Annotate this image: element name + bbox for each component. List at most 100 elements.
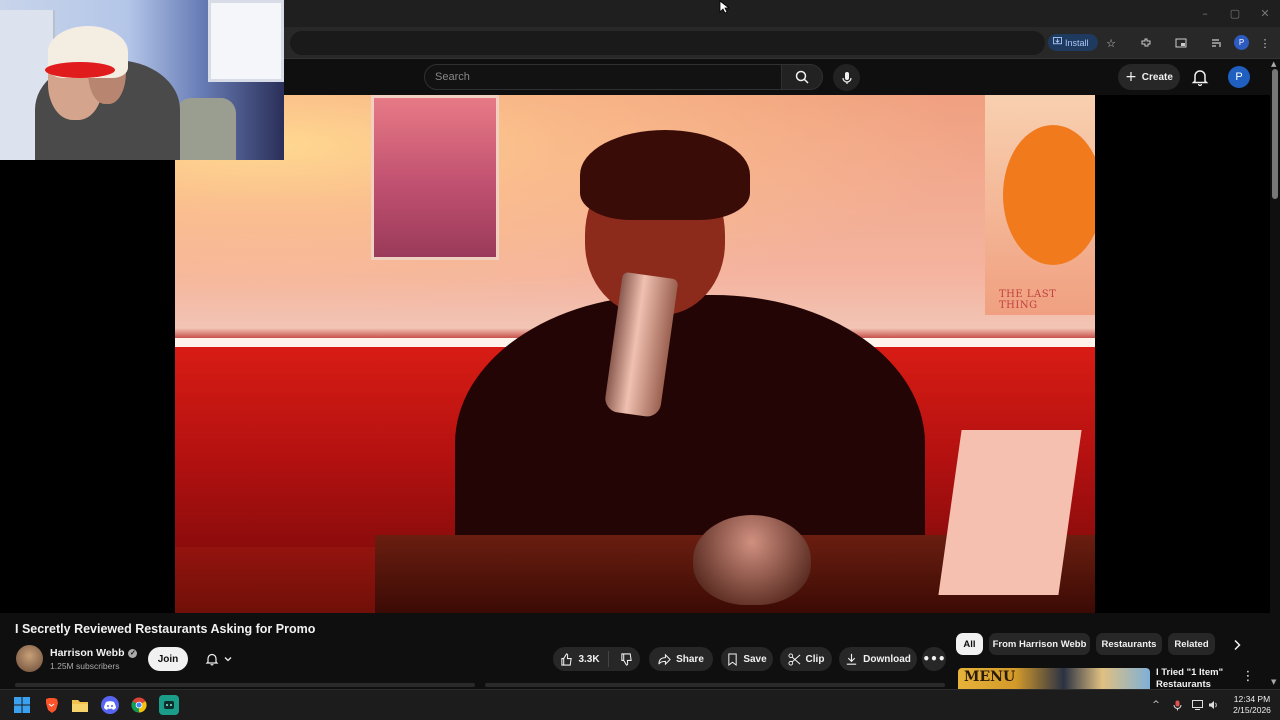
verified-badge-icon: ✓ — [128, 648, 138, 658]
page-scrollbar[interactable] — [1270, 59, 1280, 689]
scroll-thumb[interactable] — [1272, 69, 1278, 199]
create-label: Create — [1141, 71, 1173, 83]
cast-icon[interactable] — [1172, 34, 1190, 52]
discord-icon — [104, 700, 116, 710]
channel-avatar[interactable] — [16, 645, 43, 672]
download-icon — [846, 653, 857, 665]
chevron-down-icon — [224, 657, 232, 662]
chip-related[interactable]: Related — [1168, 633, 1215, 655]
chrome-icon — [131, 697, 147, 713]
os-taskbar: ^ 12:34 PM 2/15/2026 — [0, 689, 1280, 720]
thumbs-up-icon — [561, 652, 573, 666]
scroll-up-arrow-icon[interactable]: ▲ — [1271, 60, 1276, 68]
video-frame[interactable]: THE LAST THING — [175, 95, 1095, 613]
brave-lion-icon — [45, 698, 58, 713]
like-button[interactable]: 3.3K — [560, 651, 609, 667]
app-icon — [164, 701, 174, 709]
account-avatar[interactable]: P — [1228, 66, 1250, 88]
clock-time: 12:34 PM — [1233, 694, 1271, 704]
webcam-cap-brim — [45, 62, 115, 78]
thumbs-down-icon — [620, 652, 632, 666]
video-player[interactable]: THE LAST THING — [0, 95, 1270, 613]
poster-caption: THE LAST THING — [999, 289, 1057, 311]
install-label: Install — [1065, 37, 1089, 48]
comments-box-edge[interactable] — [485, 683, 945, 687]
maximize-button[interactable]: ▢ — [1220, 0, 1250, 27]
extensions-icon[interactable] — [1137, 34, 1155, 52]
brave-browser-app[interactable] — [41, 695, 61, 715]
save-button[interactable]: Save — [721, 647, 773, 671]
search-input[interactable]: Search — [424, 64, 782, 90]
search-button[interactable] — [781, 64, 823, 90]
chrome-app[interactable] — [129, 695, 149, 715]
bell-icon — [205, 653, 219, 666]
media-controls-icon[interactable] — [1208, 34, 1226, 52]
chip-from-channel[interactable]: From Harrison Webb — [989, 633, 1090, 655]
like-dislike-group: 3.3K — [553, 647, 640, 671]
glass — [693, 515, 811, 605]
chip-all[interactable]: All — [956, 633, 983, 655]
browser-profile-avatar[interactable]: P — [1234, 35, 1249, 50]
subscriber-count: 1.25M subscribers — [50, 661, 120, 671]
poster-right: THE LAST THING — [985, 95, 1095, 315]
create-button[interactable]: + Create — [1118, 64, 1180, 90]
save-label: Save — [743, 653, 767, 665]
screen: – ▢ ✕ Install ☆ P ⋮ Search + Create P TH… — [0, 0, 1280, 720]
clip-label: Clip — [805, 653, 825, 665]
search-icon — [795, 70, 809, 84]
clip-button[interactable]: Clip — [780, 647, 832, 671]
channel-name: Harrison Webb — [50, 647, 125, 659]
chevron-right-icon — [1234, 639, 1241, 651]
minimize-button[interactable]: – — [1190, 0, 1220, 27]
chip-restaurants[interactable]: Restaurants — [1096, 633, 1162, 655]
tray-volume-icon[interactable] — [1207, 699, 1219, 711]
discord-app[interactable] — [101, 696, 119, 714]
video-title: I Secretly Reviewed Restaurants Asking f… — [15, 622, 316, 636]
windows-start-button[interactable] — [12, 695, 32, 715]
description-box-edge[interactable] — [15, 683, 475, 687]
tray-microphone-icon[interactable] — [1171, 699, 1183, 711]
window-controls: – ▢ ✕ — [1190, 0, 1280, 27]
channel-name-link[interactable]: Harrison Webb ✓ — [50, 647, 138, 659]
chips-next-button[interactable] — [1228, 636, 1246, 654]
address-bar[interactable] — [290, 31, 1045, 55]
join-button[interactable]: Join — [148, 647, 188, 671]
like-count: 3.3K — [578, 653, 600, 665]
person-hair — [580, 130, 750, 220]
download-button[interactable]: Download — [839, 647, 917, 671]
subscription-bell-button[interactable] — [196, 647, 242, 671]
recommendation-thumbnail[interactable]: MENU — [958, 668, 1150, 690]
dislike-button[interactable] — [614, 652, 633, 666]
pinned-app[interactable] — [159, 695, 179, 715]
scroll-down-arrow-icon[interactable]: ▼ — [1271, 678, 1276, 686]
share-label: Share — [676, 653, 704, 665]
share-button[interactable]: Share — [649, 647, 713, 671]
more-horizontal-icon: ••• — [922, 652, 946, 666]
webcam-window — [208, 0, 284, 82]
recommendation-title[interactable]: I Tried "1 Item" Restaurants — [1156, 667, 1236, 687]
bookmark-icon — [728, 652, 737, 666]
install-icon — [1053, 37, 1062, 48]
tray-overflow-chevron-icon[interactable]: ^ — [1150, 699, 1162, 711]
system-clock[interactable]: 12:34 PM 2/15/2026 — [1226, 694, 1278, 716]
share-icon — [658, 653, 671, 665]
microphone-icon — [841, 71, 852, 84]
close-window-button[interactable]: ✕ — [1250, 0, 1280, 27]
file-explorer-app[interactable] — [70, 695, 90, 715]
bell-icon — [1191, 70, 1209, 87]
recommendation-menu-icon[interactable]: ⋮ — [1242, 668, 1255, 684]
clock-date: 2/15/2026 — [1233, 705, 1271, 715]
more-actions-button[interactable]: ••• — [922, 647, 946, 671]
tray-display-icon[interactable] — [1191, 699, 1203, 711]
voice-search-button[interactable] — [833, 64, 860, 91]
plus-icon: + — [1125, 69, 1137, 85]
bookmark-star-icon[interactable]: ☆ — [1102, 34, 1120, 52]
browser-menu-icon[interactable]: ⋮ — [1256, 34, 1274, 52]
notifications-button[interactable] — [1190, 67, 1210, 87]
webcam-chair — [176, 98, 236, 160]
poster-sun — [1003, 125, 1095, 265]
install-app-button[interactable]: Install — [1048, 34, 1098, 51]
napkin-holder — [938, 430, 1082, 595]
scissors-icon — [788, 652, 800, 666]
webcam-overlay — [0, 0, 284, 160]
